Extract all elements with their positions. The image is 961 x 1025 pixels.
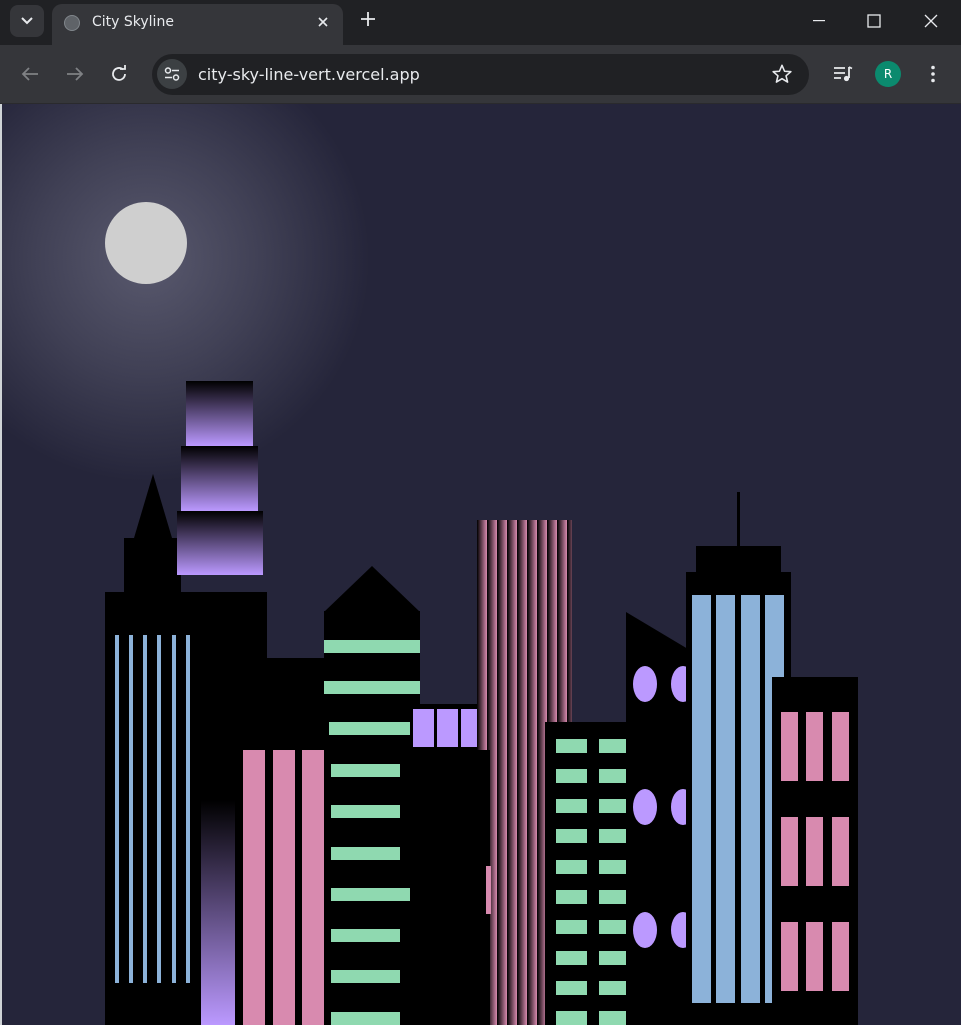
back-button[interactable] xyxy=(15,59,45,89)
city-skyline xyxy=(105,381,858,1025)
arrow-left-icon xyxy=(21,67,38,81)
arrow-right-icon xyxy=(67,67,84,81)
address-bar[interactable]: city-sky-line-vert.vercel.app xyxy=(152,54,809,95)
site-info-button[interactable] xyxy=(157,59,187,89)
tab-strip: City Skyline xyxy=(0,0,961,45)
tune-icon xyxy=(164,67,180,81)
menu-button[interactable] xyxy=(918,59,948,89)
chevron-down-icon xyxy=(21,14,33,29)
more-vertical-icon xyxy=(931,65,935,83)
tab-search-button[interactable] xyxy=(10,5,44,37)
bookmark-star-icon[interactable] xyxy=(771,63,793,85)
building-foreground-dark xyxy=(420,750,491,1025)
building-green-peak xyxy=(324,566,420,1025)
maximize-icon xyxy=(867,14,881,28)
page-viewport xyxy=(2,104,961,1025)
profile-button[interactable]: R xyxy=(873,59,903,89)
reload-button[interactable] xyxy=(104,59,134,89)
avatar: R xyxy=(875,61,901,87)
building-stepped-tower xyxy=(177,381,263,575)
new-tab-button[interactable] xyxy=(356,9,380,33)
building-pink-stripes xyxy=(235,658,325,1025)
building-right-pink xyxy=(772,677,858,1025)
media-controls-button[interactable] xyxy=(828,59,858,89)
close-window-button[interactable] xyxy=(908,0,954,42)
minimize-button[interactable] xyxy=(796,0,842,42)
playlist-music-icon xyxy=(834,66,853,82)
browser-toolbar: city-sky-line-vert.vercel.app R xyxy=(0,45,961,104)
active-tab[interactable]: City Skyline xyxy=(52,4,343,45)
close-tab-icon[interactable] xyxy=(313,12,333,32)
reload-icon xyxy=(112,65,126,81)
close-icon xyxy=(924,14,938,28)
building-green-grid xyxy=(545,722,635,1025)
tab-title: City Skyline xyxy=(92,14,174,30)
maximize-button[interactable] xyxy=(851,0,897,42)
url-text[interactable]: city-sky-line-vert.vercel.app xyxy=(198,65,420,84)
plus-icon xyxy=(361,12,375,26)
forward-button[interactable] xyxy=(60,59,90,89)
globe-icon xyxy=(64,15,80,31)
minimize-icon xyxy=(813,20,825,22)
